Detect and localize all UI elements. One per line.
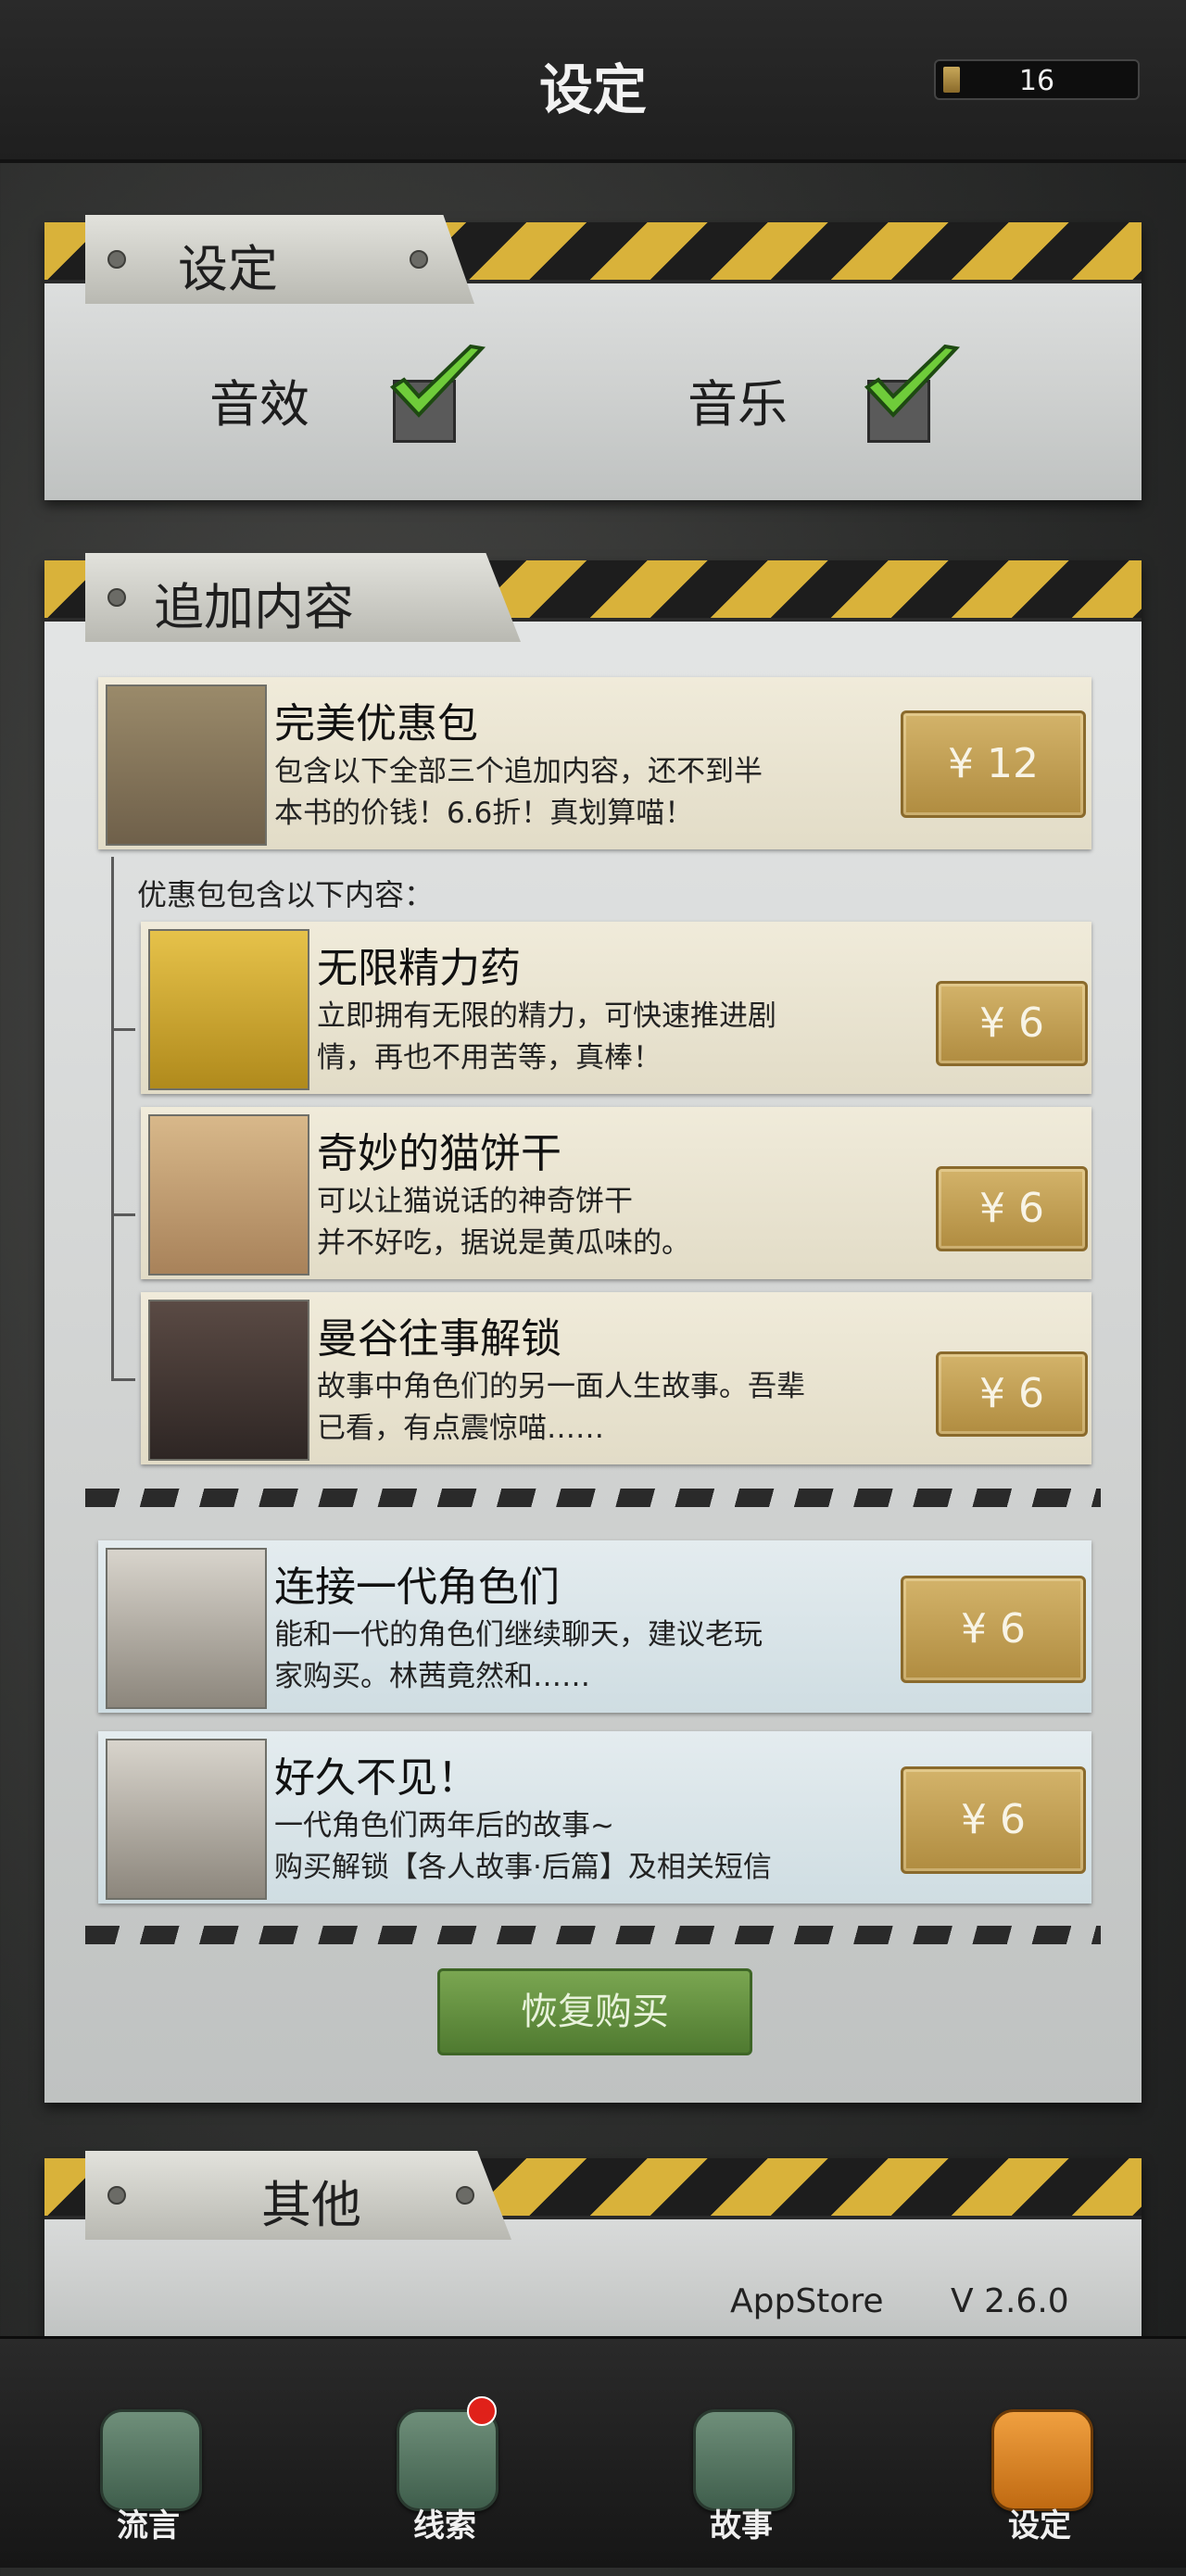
gears-icon xyxy=(991,2409,1093,2511)
chat-bubble-icon xyxy=(100,2409,202,2511)
section-tag: 其他 xyxy=(85,2151,511,2240)
tree-line xyxy=(111,1378,135,1381)
item-name: 奇妙的猫饼干 xyxy=(317,1130,561,1177)
item-price-button[interactable]: ¥ 6 xyxy=(936,1166,1088,1251)
restore-purchase-button[interactable]: 恢复购买 xyxy=(437,1968,752,2055)
item-name: 无限精力药 xyxy=(317,945,521,992)
rivet-icon xyxy=(410,250,428,269)
item-name: 连接一代角色们 xyxy=(274,1564,560,1611)
store-label: AppStore xyxy=(730,2282,884,2320)
potion-jar-icon xyxy=(148,929,309,1090)
temple-icon xyxy=(693,2409,795,2511)
rivet-icon xyxy=(107,2186,126,2205)
tab-settings[interactable]: 设定 xyxy=(965,2409,1114,2576)
item-price-button[interactable]: ¥ 6 xyxy=(901,1576,1086,1683)
section-tag: 追加内容 xyxy=(85,553,521,642)
bundle-includes-label: 优惠包包含以下内容： xyxy=(137,877,435,912)
section-tag: 设定 xyxy=(85,215,474,304)
tab-story[interactable]: 故事 xyxy=(667,2409,815,2576)
bundle-name: 完美优惠包 xyxy=(274,700,478,748)
music-checkbox[interactable] xyxy=(860,343,990,445)
dlc-card: 连接一代角色们 能和一代的角色们继续聊天，建议老玩 家购买。林茜竟然和…… ¥ … xyxy=(98,1540,1091,1713)
settings-panel: 设定 音效 音乐 xyxy=(44,215,1142,500)
version-label: V 2.6.0 xyxy=(951,2282,1069,2320)
item-name: 曼谷往事解锁 xyxy=(317,1315,561,1363)
bundle-item-card: 奇妙的猫饼干 可以让猫说话的神奇饼干 并不好吃，据说是黄瓜味的。 ¥ 6 xyxy=(141,1107,1091,1279)
cat-biscuit-icon xyxy=(148,1114,309,1275)
tab-rumors[interactable]: 流言 xyxy=(74,2409,222,2576)
section-title: 其他 xyxy=(261,2176,361,2234)
checkmark-icon xyxy=(864,344,961,418)
sound-checkbox[interactable] xyxy=(385,343,515,445)
sound-label: 音效 xyxy=(209,375,309,434)
box-icon xyxy=(106,685,267,846)
rivet-icon xyxy=(107,250,126,269)
top-bar: 设定 16 xyxy=(0,0,1186,163)
coin-counter: 16 xyxy=(934,59,1140,100)
section-divider xyxy=(85,1926,1101,1944)
section-title: 设定 xyxy=(178,240,278,298)
tab-clues[interactable]: 线索 xyxy=(371,2396,519,2576)
tree-line xyxy=(111,1213,135,1216)
coin-count: 16 xyxy=(1018,65,1055,97)
music-label: 音乐 xyxy=(688,375,788,434)
rivet-icon xyxy=(107,588,126,607)
item-desc: 可以让猫说话的神奇饼干 并不好吃，据说是黄瓜味的。 xyxy=(317,1185,690,1260)
item-price-button[interactable]: ¥ 6 xyxy=(936,981,1088,1066)
dlc-card: 好久不见！ 一代角色们两年后的故事~ 购买解锁【各人故事·后篇】及相关短信 ¥ … xyxy=(98,1731,1091,1904)
item-desc: 一代角色们两年后的故事~ 购买解锁【各人故事·后篇】及相关短信 xyxy=(274,1809,772,1884)
item-price-button[interactable]: ¥ 6 xyxy=(901,1766,1086,1874)
rivet-icon xyxy=(456,2186,474,2205)
book-icon xyxy=(148,1300,309,1461)
item-desc: 能和一代的角色们继续聊天，建议老玩 家购买。林茜竟然和…… xyxy=(274,1618,763,1693)
extras-panel: 追加内容 完美优惠包 包含以下全部三个追加内容，还不到半 本书的价钱！6.6折！… xyxy=(44,553,1142,2103)
section-title: 追加内容 xyxy=(154,578,354,636)
bundle-card: 完美优惠包 包含以下全部三个追加内容，还不到半 本书的价钱！6.6折！真划算喵！… xyxy=(98,677,1091,849)
tab-label: 设定 xyxy=(1008,2507,1071,2545)
bundle-item-card: 曼谷往事解锁 故事中角色们的另一面人生故事。吾辈 已看，有点震惊喵…… ¥ 6 xyxy=(141,1292,1091,1464)
tab-bar: 流言 线索 故事 设定 xyxy=(0,2336,1186,2568)
photo-portrait-icon xyxy=(106,1739,267,1900)
tree-line xyxy=(111,857,114,1380)
item-desc: 故事中角色们的另一面人生故事。吾辈 已看，有点震惊喵…… xyxy=(317,1370,805,1445)
notification-badge xyxy=(467,2396,497,2426)
tab-label: 线索 xyxy=(413,2507,476,2545)
item-price-button[interactable]: ¥ 6 xyxy=(936,1351,1088,1437)
item-desc: 立即拥有无限的精力，可快速推进剧 情，再也不用苦等，真棒！ xyxy=(317,999,776,1074)
bundle-price-button[interactable]: ¥ 12 xyxy=(901,710,1086,818)
photo-portrait-icon xyxy=(106,1548,267,1709)
other-panel: 其他 AppStore V 2.6.0 xyxy=(44,2151,1142,2344)
checkmark-icon xyxy=(389,344,486,418)
bundle-desc: 包含以下全部三个追加内容，还不到半 本书的价钱！6.6折！真划算喵！ xyxy=(274,755,763,830)
tree-line xyxy=(111,1028,135,1031)
item-name: 好久不见！ xyxy=(274,1754,478,1802)
tab-label: 故事 xyxy=(710,2507,773,2545)
tab-label: 流言 xyxy=(117,2507,180,2545)
section-divider xyxy=(85,1489,1101,1507)
bundle-item-card: 无限精力药 立即拥有无限的精力，可快速推进剧 情，再也不用苦等，真棒！ ¥ 6 xyxy=(141,922,1091,1094)
